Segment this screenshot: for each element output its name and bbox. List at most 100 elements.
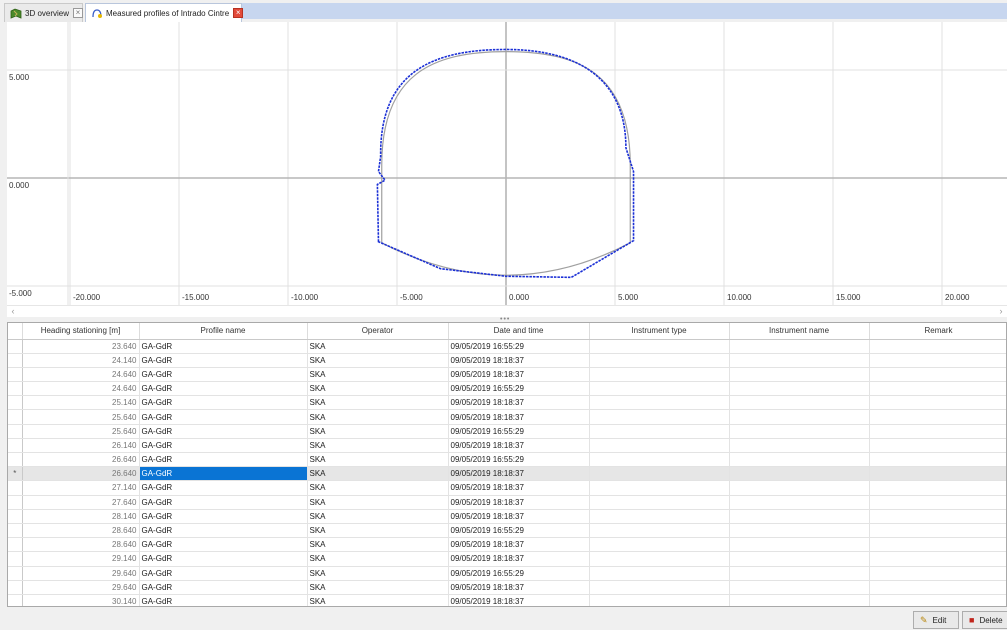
profile-name-cell[interactable]: GA-GdR: [139, 367, 308, 383]
row-indicator[interactable]: [8, 438, 23, 454]
table-row[interactable]: 26.640 GA-GdR SKA 09/05/2019 16:55:29: [8, 452, 1006, 468]
row-indicator[interactable]: [8, 395, 23, 411]
table-row[interactable]: 28.640 GA-GdR SKA 09/05/2019 16:55:29: [8, 523, 1006, 539]
remark-cell[interactable]: [869, 424, 1006, 439]
datetime-cell[interactable]: 09/05/2019 18:18:37: [448, 594, 590, 606]
profile-name-cell[interactable]: GA-GdR: [139, 537, 308, 553]
row-indicator[interactable]: [8, 537, 23, 553]
datetime-cell[interactable]: 09/05/2019 16:55:29: [448, 381, 590, 397]
row-indicator[interactable]: [8, 367, 23, 383]
table-row[interactable]: 29.140 GA-GdR SKA 09/05/2019 18:18:37: [8, 551, 1006, 567]
remark-cell[interactable]: [869, 566, 1006, 581]
stationing-cell[interactable]: 26.640: [22, 466, 140, 482]
operator-cell[interactable]: SKA: [307, 523, 449, 539]
tab-3d-overview[interactable]: 3D overview ×: [4, 3, 84, 22]
stationing-cell[interactable]: 24.640: [22, 381, 140, 397]
table-row[interactable]: 29.640 GA-GdR SKA 09/05/2019 18:18:37: [8, 580, 1006, 595]
instrument-type-cell[interactable]: [589, 424, 730, 439]
operator-cell[interactable]: SKA: [307, 339, 449, 354]
datetime-cell[interactable]: 09/05/2019 18:18:37: [448, 551, 590, 567]
operator-cell[interactable]: SKA: [307, 594, 449, 606]
remark-cell[interactable]: [869, 551, 1006, 567]
operator-cell[interactable]: SKA: [307, 566, 449, 581]
profile-name-cell[interactable]: GA-GdR: [139, 409, 308, 425]
row-indicator[interactable]: [8, 509, 23, 524]
datetime-cell[interactable]: 09/05/2019 18:18:37: [448, 438, 590, 454]
profile-name-cell[interactable]: GA-GdR: [139, 551, 308, 567]
datetime-cell[interactable]: 09/05/2019 18:18:37: [448, 537, 590, 553]
remark-cell[interactable]: [869, 523, 1006, 539]
profile-name-cell[interactable]: GA-GdR: [139, 381, 308, 397]
remark-cell[interactable]: [869, 339, 1006, 354]
table-row[interactable]: * 26.640 GA-GdR SKA 09/05/2019 18:18:37: [8, 466, 1006, 482]
operator-cell[interactable]: SKA: [307, 367, 449, 383]
instrument-name-cell[interactable]: [729, 551, 870, 567]
table-row[interactable]: 27.640 GA-GdR SKA 09/05/2019 18:18:37: [8, 495, 1006, 510]
stationing-cell[interactable]: 26.640: [22, 452, 140, 468]
datetime-cell[interactable]: 09/05/2019 18:18:37: [448, 466, 590, 482]
instrument-type-cell[interactable]: [589, 395, 730, 411]
tab-measured-profiles[interactable]: Measured profiles of Intrado Cintre ×: [85, 3, 244, 22]
stationing-cell[interactable]: 26.140: [22, 438, 140, 454]
profile-name-cell[interactable]: GA-GdR: [139, 566, 308, 581]
instrument-name-cell[interactable]: [729, 339, 870, 354]
profile-plot[interactable]: -20.000 -15.000 -10.000 -5.000 0.000 5.000 10.…: [7, 22, 1007, 305]
remark-cell[interactable]: [869, 438, 1006, 454]
instrument-type-cell[interactable]: [589, 452, 730, 468]
operator-cell[interactable]: SKA: [307, 580, 449, 595]
table-row[interactable]: 24.140 GA-GdR SKA 09/05/2019 18:18:37: [8, 353, 1006, 368]
table-row[interactable]: 30.140 GA-GdR SKA 09/05/2019 18:18:37: [8, 594, 1006, 606]
profile-name-cell[interactable]: GA-GdR: [139, 452, 308, 468]
row-indicator[interactable]: [8, 594, 23, 606]
instrument-name-cell[interactable]: [729, 580, 870, 595]
instrument-type-cell[interactable]: [589, 367, 730, 383]
profile-name-cell[interactable]: GA-GdR: [139, 509, 308, 524]
profile-plot-canvas[interactable]: -20.000 -15.000 -10.000 -5.000 0.000 5.000 10.…: [7, 22, 1007, 305]
instrument-name-cell[interactable]: [729, 523, 870, 539]
table-row[interactable]: 24.640 GA-GdR SKA 09/05/2019 16:55:29: [8, 381, 1006, 397]
row-indicator[interactable]: [8, 580, 23, 595]
row-indicator[interactable]: [8, 480, 23, 496]
table-row[interactable]: 29.640 GA-GdR SKA 09/05/2019 16:55:29: [8, 566, 1006, 581]
instrument-type-cell[interactable]: [589, 594, 730, 606]
remark-cell[interactable]: [869, 480, 1006, 496]
profile-name-cell[interactable]: GA-GdR: [139, 466, 308, 482]
table-row[interactable]: 24.640 GA-GdR SKA 09/05/2019 18:18:37: [8, 367, 1006, 383]
datetime-cell[interactable]: 09/05/2019 18:18:37: [448, 509, 590, 524]
datetime-cell[interactable]: 09/05/2019 16:55:29: [448, 424, 590, 439]
remark-cell[interactable]: [869, 594, 1006, 606]
row-indicator[interactable]: [8, 452, 23, 468]
datetime-cell[interactable]: 09/05/2019 16:55:29: [448, 566, 590, 581]
table-row[interactable]: 28.640 GA-GdR SKA 09/05/2019 18:18:37: [8, 537, 1006, 553]
table-row[interactable]: 23.640 GA-GdR SKA 09/05/2019 16:55:29: [8, 339, 1006, 354]
instrument-name-cell[interactable]: [729, 381, 870, 397]
instrument-type-cell[interactable]: [589, 381, 730, 397]
instrument-name-cell[interactable]: [729, 395, 870, 411]
instrument-name-cell[interactable]: [729, 480, 870, 496]
instrument-name-cell[interactable]: [729, 424, 870, 439]
datetime-cell[interactable]: 09/05/2019 18:18:37: [448, 580, 590, 595]
instrument-type-cell[interactable]: [589, 551, 730, 567]
stationing-cell[interactable]: 29.640: [22, 580, 140, 595]
column-header[interactable]: ^ Heading stationing [m]: [22, 323, 140, 340]
close-icon[interactable]: ×: [73, 8, 84, 18]
profile-name-cell[interactable]: GA-GdR: [139, 438, 308, 454]
stationing-cell[interactable]: 25.640: [22, 424, 140, 439]
operator-cell[interactable]: SKA: [307, 438, 449, 454]
profile-name-cell[interactable]: GA-GdR: [139, 495, 308, 510]
row-indicator[interactable]: [8, 495, 23, 510]
instrument-type-cell[interactable]: [589, 409, 730, 425]
stationing-cell[interactable]: 25.140: [22, 395, 140, 411]
remark-cell[interactable]: [869, 367, 1006, 383]
row-indicator[interactable]: [8, 566, 23, 581]
operator-cell[interactable]: SKA: [307, 537, 449, 553]
instrument-name-cell[interactable]: [729, 466, 870, 482]
stationing-cell[interactable]: 27.640: [22, 495, 140, 510]
operator-cell[interactable]: SKA: [307, 409, 449, 425]
datetime-cell[interactable]: 09/05/2019 16:55:29: [448, 523, 590, 539]
profile-name-cell[interactable]: GA-GdR: [139, 594, 308, 606]
operator-cell[interactable]: SKA: [307, 466, 449, 482]
instrument-name-cell[interactable]: [729, 367, 870, 383]
operator-cell[interactable]: SKA: [307, 495, 449, 510]
instrument-type-cell[interactable]: [589, 339, 730, 354]
